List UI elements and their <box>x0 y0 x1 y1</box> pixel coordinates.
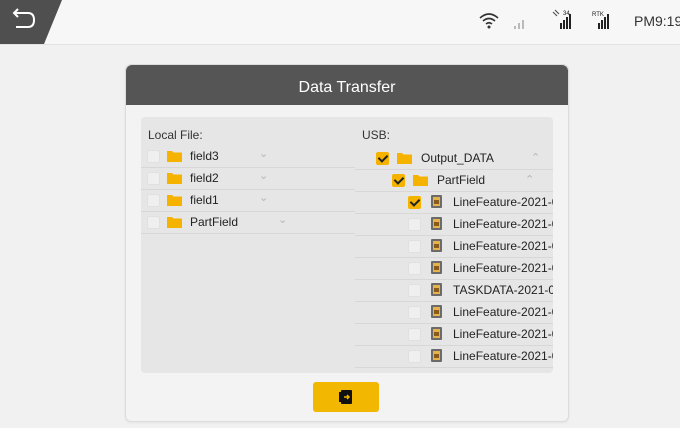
local-file-item[interactable]: field3 ⌄ <box>141 145 366 168</box>
checkbox[interactable] <box>408 328 421 341</box>
local-file-label: PartField <box>190 215 239 229</box>
satellite-count: 34 <box>563 11 570 17</box>
file-icon <box>431 195 442 208</box>
usb-file-item[interactable]: LineFeature-2021-08 <box>355 191 553 214</box>
usb-file-item[interactable]: LineFeature-2021-08 <box>355 257 553 280</box>
chevron-down-icon[interactable]: ⌄ <box>259 147 268 160</box>
usb-file-label: LineFeature-2021-08 <box>453 349 553 363</box>
usb-file-item[interactable]: PartField ⌃ <box>355 169 553 192</box>
usb-file-label: LineFeature-2021-08 <box>453 305 553 319</box>
local-file-panel: Local File: field3 ⌄ field2 ⌄ field1 ⌄ PartFie… <box>141 117 366 373</box>
checkbox[interactable] <box>408 196 421 209</box>
usb-file-label: LineFeature-2021-08 <box>453 195 553 209</box>
folder-icon <box>167 151 182 162</box>
checkbox[interactable] <box>408 350 421 363</box>
usb-file-item[interactable]: Output_DATA ⌃ <box>355 147 553 170</box>
checkbox[interactable] <box>147 216 160 229</box>
file-icon <box>431 327 442 340</box>
transfer-icon <box>339 390 352 404</box>
usb-file-label: TASKDATA-2021-08 <box>453 283 553 297</box>
checkbox[interactable] <box>408 306 421 319</box>
local-file-label: field3 <box>190 149 219 163</box>
checkbox[interactable] <box>408 218 421 231</box>
usb-panel: USB: Output_DATA ⌃ PartField ⌃ LineFeature-2… <box>355 117 553 373</box>
status-bar: 34 RTK PM9:19 <box>0 0 680 45</box>
clock: PM9:19 <box>634 13 680 29</box>
checkbox[interactable] <box>408 262 421 275</box>
folder-icon <box>167 195 182 206</box>
back-button[interactable] <box>0 0 62 44</box>
folder-icon <box>167 217 182 228</box>
signal-icon <box>514 20 524 29</box>
usb-file-item[interactable]: LineFeature-2021-08 <box>355 345 553 368</box>
checkbox[interactable] <box>408 240 421 253</box>
local-file-title: Local File: <box>148 128 203 142</box>
data-transfer-dialog: Data Transfer Local File: field3 ⌄ field2 ⌄… <box>125 64 569 422</box>
file-icon <box>431 283 442 296</box>
usb-file-item[interactable]: LineFeature-2021-08 <box>355 213 553 236</box>
checkbox[interactable] <box>147 150 160 163</box>
checkbox[interactable] <box>147 194 160 207</box>
chevron-down-icon[interactable]: ⌄ <box>278 213 287 226</box>
usb-file-label: Output_DATA <box>421 151 494 165</box>
chevron-down-icon[interactable]: ⌄ <box>259 169 268 182</box>
usb-file-label: LineFeature-2021-08 <box>453 217 553 231</box>
checkbox[interactable] <box>408 284 421 297</box>
usb-file-label: LineFeature-2021-08 <box>453 239 553 253</box>
file-icon <box>431 239 442 252</box>
local-file-item[interactable]: field1 ⌄ <box>141 189 366 212</box>
transfer-button[interactable] <box>313 382 379 412</box>
local-file-item[interactable]: field2 ⌄ <box>141 167 366 190</box>
rtk-signal-icon: RTK <box>590 0 620 44</box>
usb-file-item[interactable]: LineFeature-2021-08 <box>355 301 553 324</box>
usb-file-list[interactable]: Output_DATA ⌃ PartField ⌃ LineFeature-2021-0… <box>355 145 553 373</box>
usb-file-label: LineFeature-2021-08 <box>453 327 553 341</box>
wifi-icon <box>479 13 499 29</box>
usb-file-item[interactable]: LineFeature-2021-08 <box>355 235 553 258</box>
folder-icon <box>397 153 412 164</box>
local-file-label: field2 <box>190 171 219 185</box>
chevron-up-icon[interactable]: ⌃ <box>525 173 534 186</box>
checkbox[interactable] <box>376 152 389 165</box>
usb-file-item[interactable]: LineFeature-2021-08 <box>355 323 553 346</box>
checkbox[interactable] <box>392 174 405 187</box>
chevron-up-icon[interactable]: ⌃ <box>531 151 540 164</box>
checkbox[interactable] <box>147 172 160 185</box>
file-icon <box>431 217 442 230</box>
file-icon <box>431 261 442 274</box>
folder-icon <box>167 173 182 184</box>
local-file-label: field1 <box>190 193 219 207</box>
file-icon <box>431 305 442 318</box>
usb-title: USB: <box>362 128 391 142</box>
file-icon <box>431 349 442 362</box>
local-file-item[interactable]: PartField ⌄ <box>141 211 366 234</box>
usb-file-item[interactable]: TASKDATA-2021-08 <box>355 279 553 302</box>
usb-file-label: LineFeature-2021-08 <box>453 261 553 275</box>
satellite-signal-icon: 34 <box>550 0 580 44</box>
usb-file-label: PartField <box>437 173 486 187</box>
dialog-title: Data Transfer <box>126 65 568 105</box>
chevron-down-icon[interactable]: ⌄ <box>259 191 268 204</box>
folder-icon <box>413 175 428 186</box>
